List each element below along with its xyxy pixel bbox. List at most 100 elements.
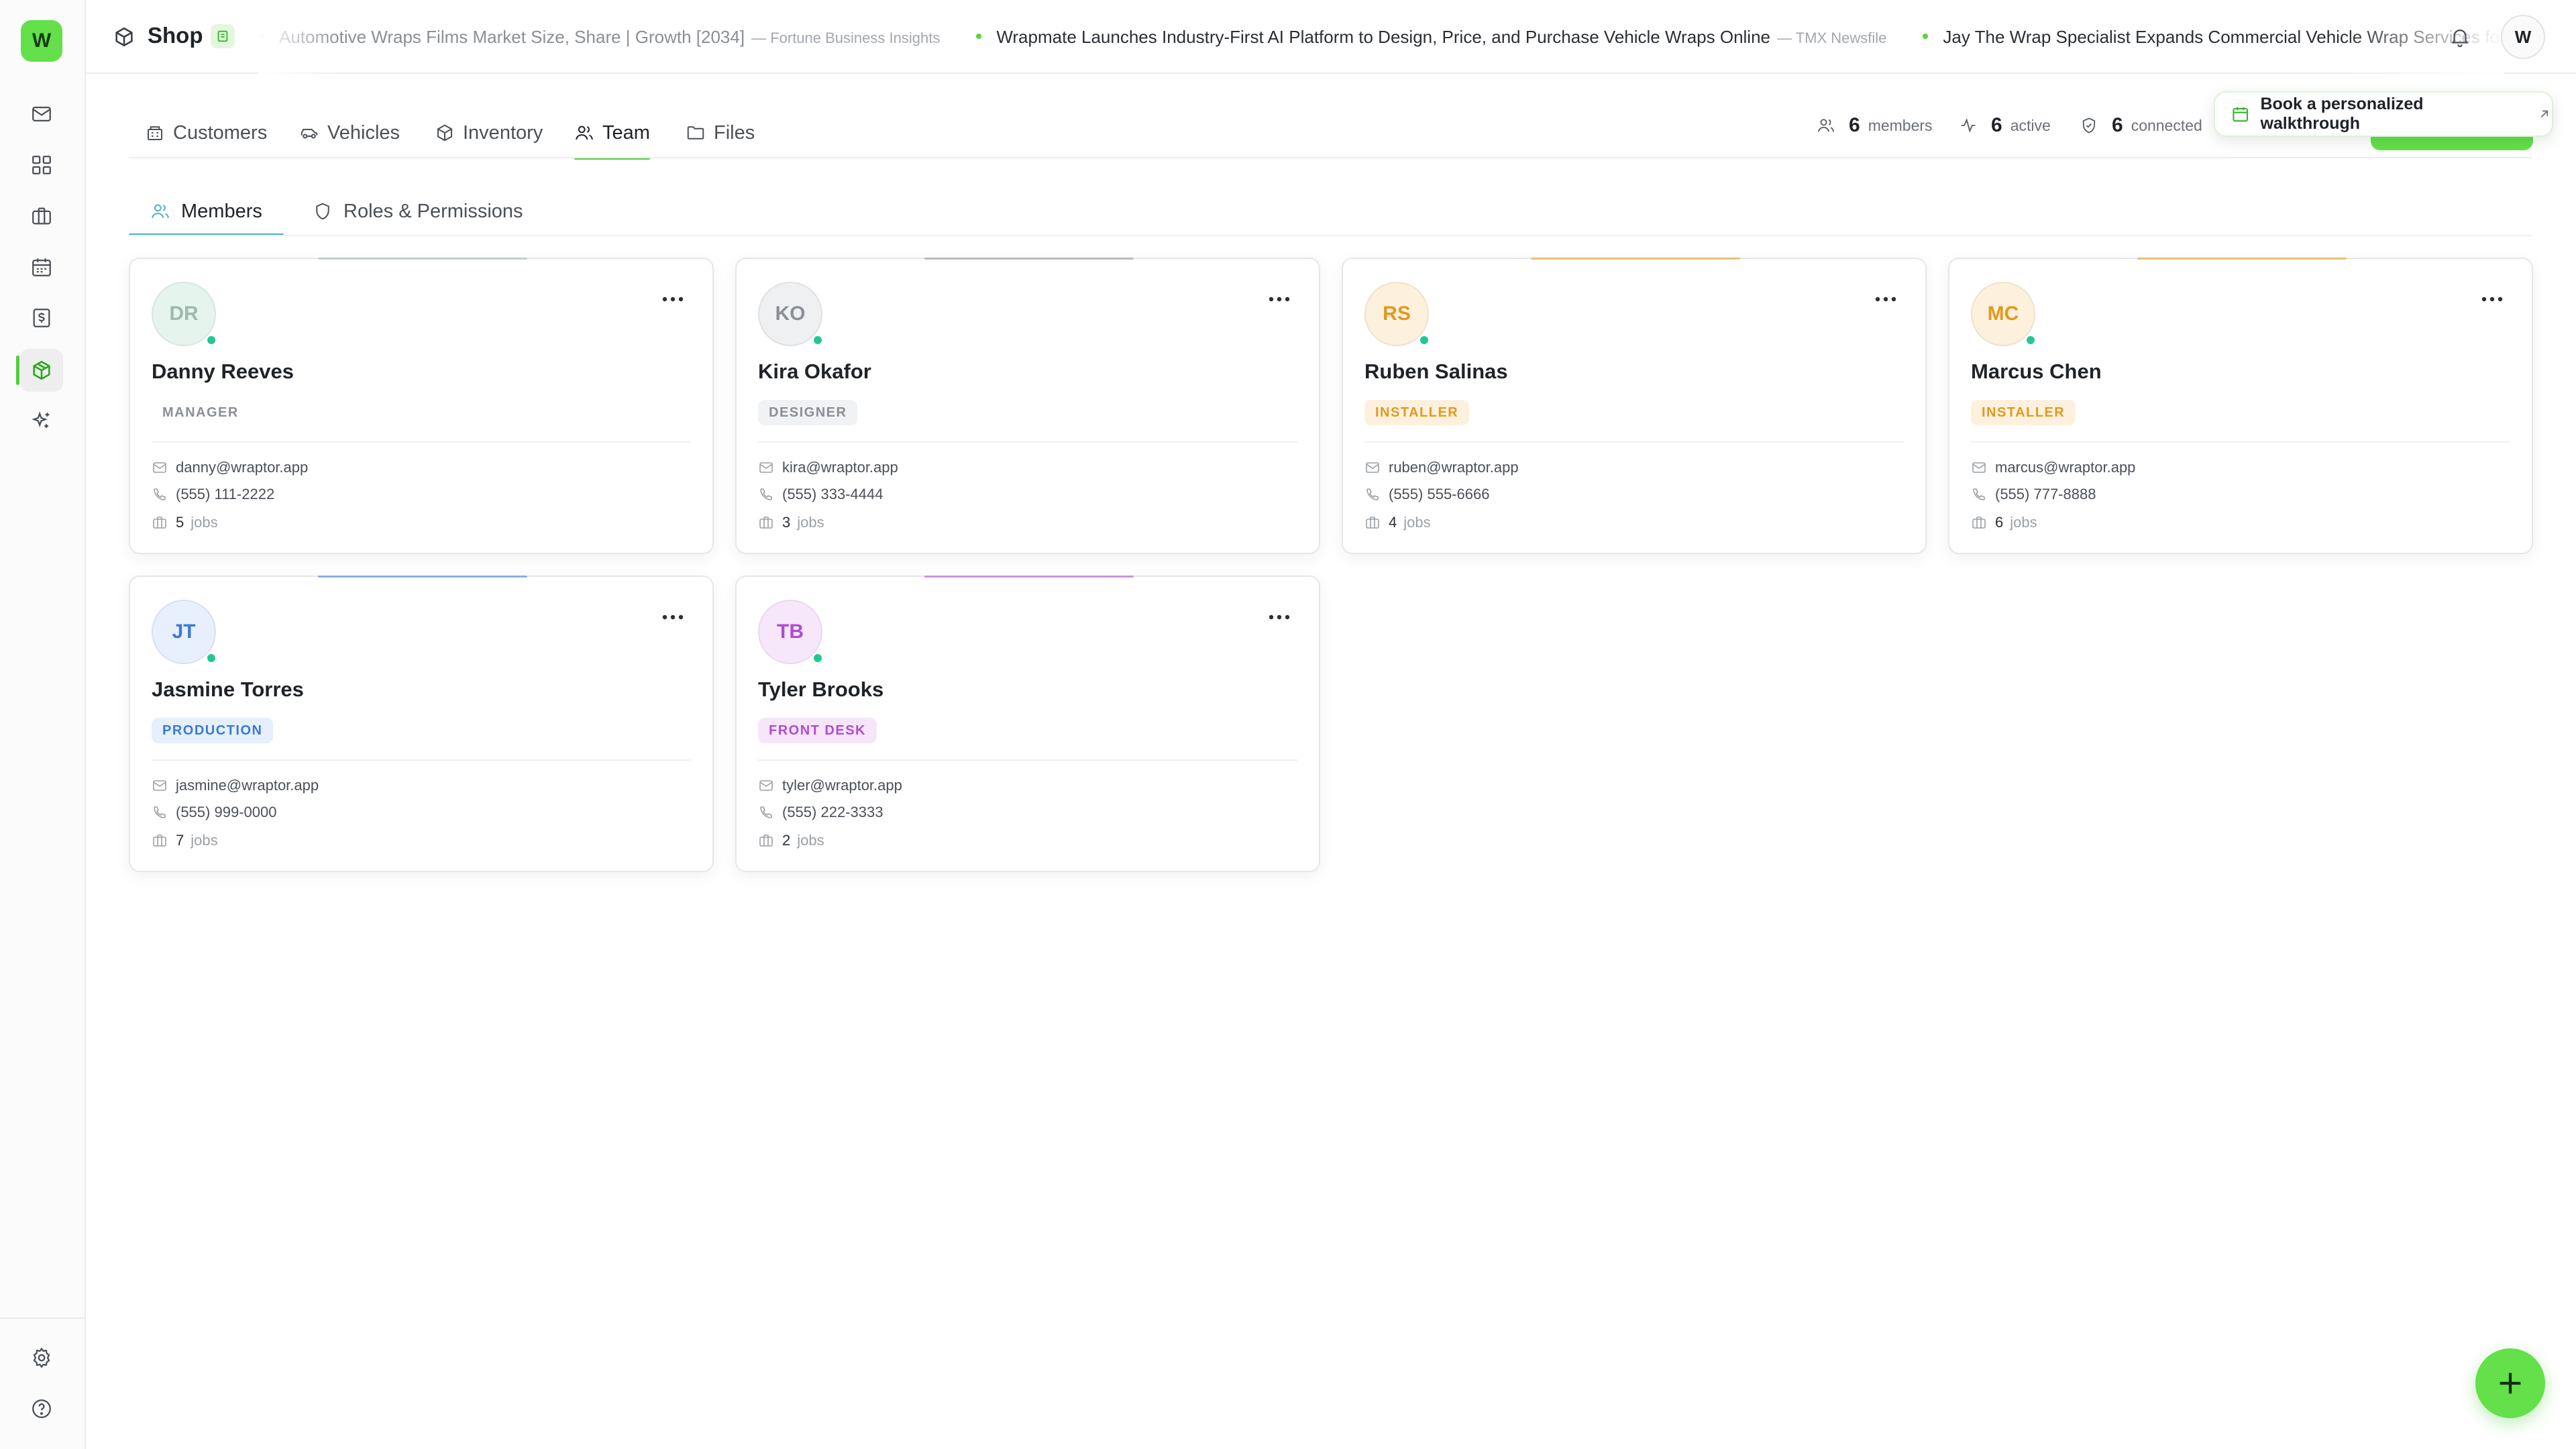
member-card[interactable]: TB Tyler Brooks FRONT DESK tyler@wraptor.ap… (735, 576, 1320, 872)
more-icon (2481, 297, 2503, 302)
calendar-icon (2233, 107, 2249, 122)
card-menu-button[interactable] (661, 292, 684, 306)
member-name: Tyler Brooks (758, 678, 884, 701)
more-icon (662, 614, 684, 620)
stat-connected: 6 connected (2080, 114, 2202, 137)
briefcase-icon (32, 207, 51, 225)
avatar-initials: JT (172, 621, 196, 643)
member-email[interactable]: tyler@wraptor.app (782, 777, 902, 794)
more-icon (1269, 614, 1290, 620)
app-logo[interactable]: W (21, 20, 62, 62)
card-accent (318, 576, 527, 578)
member-jobs-row: 3 jobs (758, 514, 824, 531)
member-phone[interactable]: (555) 333-4444 (782, 486, 883, 503)
member-card[interactable]: DR Danny Reeves MANAGER danny@wraptor.app (5… (129, 258, 714, 554)
member-phone[interactable]: (555) 111-2222 (176, 486, 274, 503)
member-email-row: ruben@wraptor.app (1364, 459, 1519, 476)
subtab-members[interactable]: Members (129, 188, 284, 236)
member-email[interactable]: jasmine@wraptor.app (176, 777, 319, 794)
member-jobs-row: 2 jobs (758, 832, 824, 849)
ticker-source: — TMX Newsfile (1777, 30, 1887, 46)
member-phone[interactable]: (555) 999-0000 (176, 804, 276, 821)
member-phone[interactable]: (555) 555-6666 (1389, 486, 1489, 503)
rail-briefcase-button[interactable] (20, 195, 63, 237)
rail-calendar-button[interactable] (20, 246, 63, 288)
member-email[interactable]: ruben@wraptor.app (1389, 459, 1519, 476)
member-jobs-count: 6 (1995, 514, 2004, 531)
rail-sparkles-button[interactable] (20, 400, 63, 443)
member-card[interactable]: KO Kira Okafor DESIGNER kira@wraptor.app (55… (735, 258, 1320, 554)
bell-icon[interactable] (2449, 25, 2471, 48)
member-email[interactable]: marcus@wraptor.app (1995, 459, 2135, 476)
member-jobs-label: jobs (797, 514, 824, 531)
stat-active: 6 active (1959, 114, 2051, 137)
avatar-initials: KO (775, 303, 806, 325)
member-card[interactable]: MC Marcus Chen INSTALLER marcus@wraptor.app… (1948, 258, 2533, 554)
member-card[interactable]: RS Ruben Salinas INSTALLER ruben@wraptor.ap… (1342, 258, 1927, 554)
member-email[interactable]: danny@wraptor.app (176, 459, 308, 476)
shield-icon (316, 203, 329, 220)
card-accent (924, 576, 1134, 578)
card-divider (758, 441, 1297, 443)
member-name: Ruben Salinas (1364, 360, 1508, 383)
calendar-icon (32, 258, 51, 276)
phone-icon (1366, 488, 1379, 500)
rail-help-button[interactable] (20, 1387, 63, 1430)
rail-settings-button[interactable] (20, 1336, 63, 1379)
card-divider (758, 759, 1297, 761)
member-jobs-row: 6 jobs (1971, 514, 2037, 531)
card-menu-button[interactable] (2481, 292, 2504, 306)
shop-status-badge[interactable] (211, 24, 235, 48)
stat-members: 6 members (1817, 114, 1933, 137)
rail-dashboard-button[interactable] (20, 144, 63, 186)
member-email-row: kira@wraptor.app (758, 459, 898, 476)
briefcase-icon (759, 517, 773, 529)
member-jobs-row: 7 jobs (152, 832, 218, 849)
more-icon (1875, 297, 1896, 302)
ticker-fade-right (2343, 0, 2504, 74)
rail-invoice-button[interactable] (20, 297, 63, 339)
member-card[interactable]: JT Jasmine Torres PRODUCTION jasmine@wrapto… (129, 576, 714, 872)
member-email-row: jasmine@wraptor.app (152, 777, 319, 794)
card-menu-button[interactable] (1268, 610, 1291, 624)
ticker-item[interactable]: Wrapmate Launches Industry-First AI Plat… (976, 27, 1886, 48)
phone-icon (154, 488, 166, 500)
member-name: Danny Reeves (152, 360, 294, 383)
online-status-dot (812, 334, 824, 346)
briefcase-icon (759, 835, 773, 847)
rail-divider (0, 1318, 85, 1319)
online-status-dot (1418, 334, 1430, 346)
user-avatar[interactable]: W (2501, 15, 2545, 59)
member-email[interactable]: kira@wraptor.app (782, 459, 898, 476)
role-badge: FRONT DESK (758, 718, 877, 743)
news-ticker: Automotive Wraps Films Market Size, Shar… (259, 0, 2504, 74)
member-phone[interactable]: (555) 777-8888 (1995, 486, 2096, 503)
invoice-icon (33, 309, 50, 327)
card-menu-button[interactable] (661, 610, 684, 624)
stat-members-label: members (1868, 116, 1933, 134)
member-jobs-label: jobs (797, 832, 824, 849)
avatar-initials: MC (1987, 303, 2019, 325)
top-bar: Shop Automotive Wraps Films Market Size,… (86, 0, 2576, 74)
briefcase-icon (1972, 517, 1986, 529)
card-divider (152, 759, 691, 761)
avatar-initials: RS (1383, 303, 1411, 325)
page-title: Shop (148, 23, 203, 48)
card-menu-button[interactable] (1268, 292, 1291, 306)
book-walkthrough-button[interactable]: Book a personalized walkthrough (2214, 91, 2553, 137)
card-accent (318, 258, 527, 260)
member-phone[interactable]: (555) 222-3333 (782, 804, 883, 821)
avatar-initials: TB (777, 621, 804, 643)
card-menu-button[interactable] (1874, 292, 1897, 306)
member-email-row: tyler@wraptor.app (758, 777, 902, 794)
subtab-roles-permissions[interactable]: Roles & Permissions (313, 188, 523, 235)
ticker-source: — Fortune Business Insights (751, 30, 941, 46)
rail-package-button[interactable] (20, 349, 63, 392)
mail-icon (153, 462, 166, 473)
add-member-button[interactable] (2475, 1348, 2545, 1418)
ticker-item[interactable]: Automotive Wraps Films Market Size, Shar… (259, 27, 940, 48)
phone-icon (154, 806, 166, 818)
help-icon (32, 1399, 51, 1418)
left-rail: W (0, 0, 86, 1449)
member-jobs-label: jobs (1403, 514, 1431, 531)
